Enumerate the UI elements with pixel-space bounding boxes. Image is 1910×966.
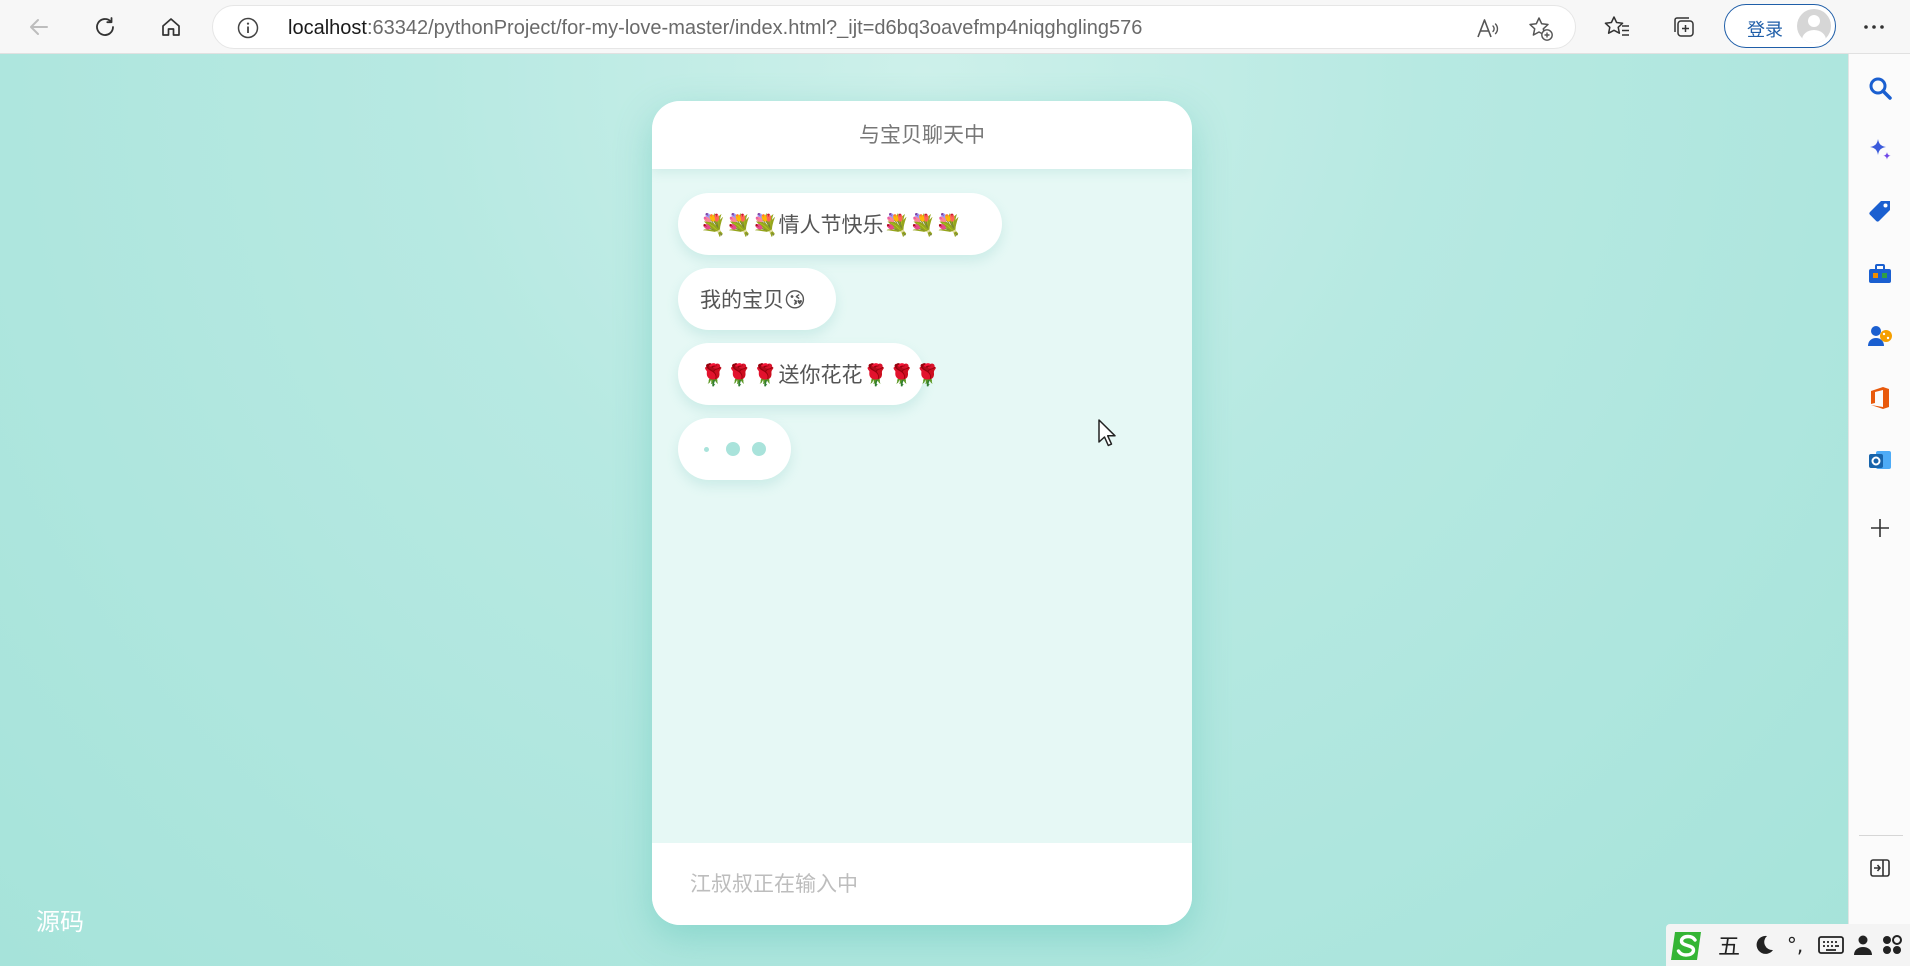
favorites-button[interactable]: [1598, 8, 1636, 46]
refresh-button[interactable]: [86, 8, 124, 46]
add-favorite-icon: [1529, 17, 1553, 41]
sidebar-outlook-button[interactable]: [1862, 442, 1898, 478]
games-icon: [1868, 326, 1892, 346]
home-icon: [162, 18, 180, 36]
sidebar-add-button[interactable]: [1862, 510, 1898, 546]
sidebar-search-button[interactable]: [1862, 70, 1898, 106]
ime-punctuation-toggle[interactable]: °,: [1780, 930, 1810, 960]
moon-icon[interactable]: [1750, 930, 1778, 960]
user-icon[interactable]: [1850, 930, 1876, 960]
plus-icon: [1871, 519, 1889, 537]
office-icon: [1871, 387, 1889, 409]
back-arrow-icon: [30, 19, 48, 35]
typing-dot: [726, 442, 740, 456]
url-path: :63342/pythonProject/for-my-love-master/…: [366, 17, 1143, 39]
chat-title: 与宝贝聊天中: [859, 123, 985, 147]
url-text[interactable]: localhost:63342/pythonProject/for-my-lov…: [288, 6, 1142, 50]
sidebar-collapse-button[interactable]: [1862, 850, 1898, 886]
keyboard-icon[interactable]: [1816, 930, 1846, 960]
grid-menu-icon[interactable]: [1878, 930, 1906, 960]
browser-sidebar: [1848, 54, 1910, 966]
login-label: 登录: [1747, 20, 1783, 41]
read-aloud-icon: [1477, 19, 1499, 38]
add-favorite-button[interactable]: [1526, 14, 1556, 44]
page-background: 与宝贝聊天中 💐💐💐情人节快乐💐💐💐 我的宝贝😘 🌹🌹🌹送你花花🌹🌹🌹 江叔叔正…: [0, 54, 1848, 966]
site-info-icon[interactable]: [237, 17, 259, 39]
sidebar-divider: [1859, 835, 1903, 836]
toolbox-icon: [1869, 264, 1891, 283]
chat-input-area[interactable]: 江叔叔正在输入中: [652, 843, 1192, 925]
search-icon: [1869, 77, 1892, 100]
message-bubble: 🌹🌹🌹送你花花🌹🌹🌹: [678, 343, 941, 405]
refresh-icon: [96, 17, 114, 36]
sidebar-games-button[interactable]: [1862, 318, 1898, 354]
collections-icon: [1674, 17, 1694, 37]
browser-toolbar: localhost:63342/pythonProject/for-my-lov…: [0, 0, 1910, 54]
price-tag-icon: [1869, 201, 1890, 222]
collections-button[interactable]: [1665, 8, 1703, 46]
typing-status-text: 江叔叔正在输入中: [690, 872, 858, 896]
ime-toolbar: 五 °,: [1666, 924, 1910, 966]
sidebar-tools-button[interactable]: [1862, 256, 1898, 292]
mouse-pointer-icon: [1098, 419, 1116, 447]
more-menu-button[interactable]: [1855, 8, 1893, 46]
sparkle-icon: [1870, 139, 1891, 160]
profile-avatar-icon: [1797, 9, 1831, 43]
ime-mode-toggle[interactable]: 五: [1714, 930, 1744, 960]
message-bubble: 我的宝贝😘: [678, 268, 836, 330]
sogou-logo-icon[interactable]: [1668, 928, 1708, 964]
source-code-link[interactable]: 源码: [36, 902, 84, 937]
back-button[interactable]: [20, 8, 58, 46]
sidebar-office-button[interactable]: [1862, 380, 1898, 416]
message-bubble: 💐💐💐情人节快乐💐💐💐: [678, 193, 1002, 255]
chat-window: 与宝贝聊天中 💐💐💐情人节快乐💐💐💐 我的宝贝😘 🌹🌹🌹送你花花🌹🌹🌹 江叔叔正…: [652, 101, 1192, 925]
outlook-icon: [1869, 451, 1891, 469]
home-button[interactable]: [152, 8, 190, 46]
more-dots-icon: [1864, 25, 1884, 29]
typing-dot: [752, 442, 766, 456]
login-button[interactable]: 登录: [1724, 4, 1836, 48]
collapse-panel-icon: [1870, 859, 1890, 877]
typing-indicator: [678, 418, 791, 480]
address-bar[interactable]: localhost:63342/pythonProject/for-my-lov…: [212, 5, 1576, 49]
read-aloud-button[interactable]: [1473, 14, 1503, 44]
url-host: localhost: [288, 17, 367, 39]
sidebar-copilot-button[interactable]: [1862, 132, 1898, 168]
favorites-icon: [1604, 16, 1629, 36]
typing-dot: [704, 447, 709, 452]
chat-header: 与宝贝聊天中: [652, 101, 1192, 169]
sidebar-shopping-button[interactable]: [1862, 194, 1898, 230]
